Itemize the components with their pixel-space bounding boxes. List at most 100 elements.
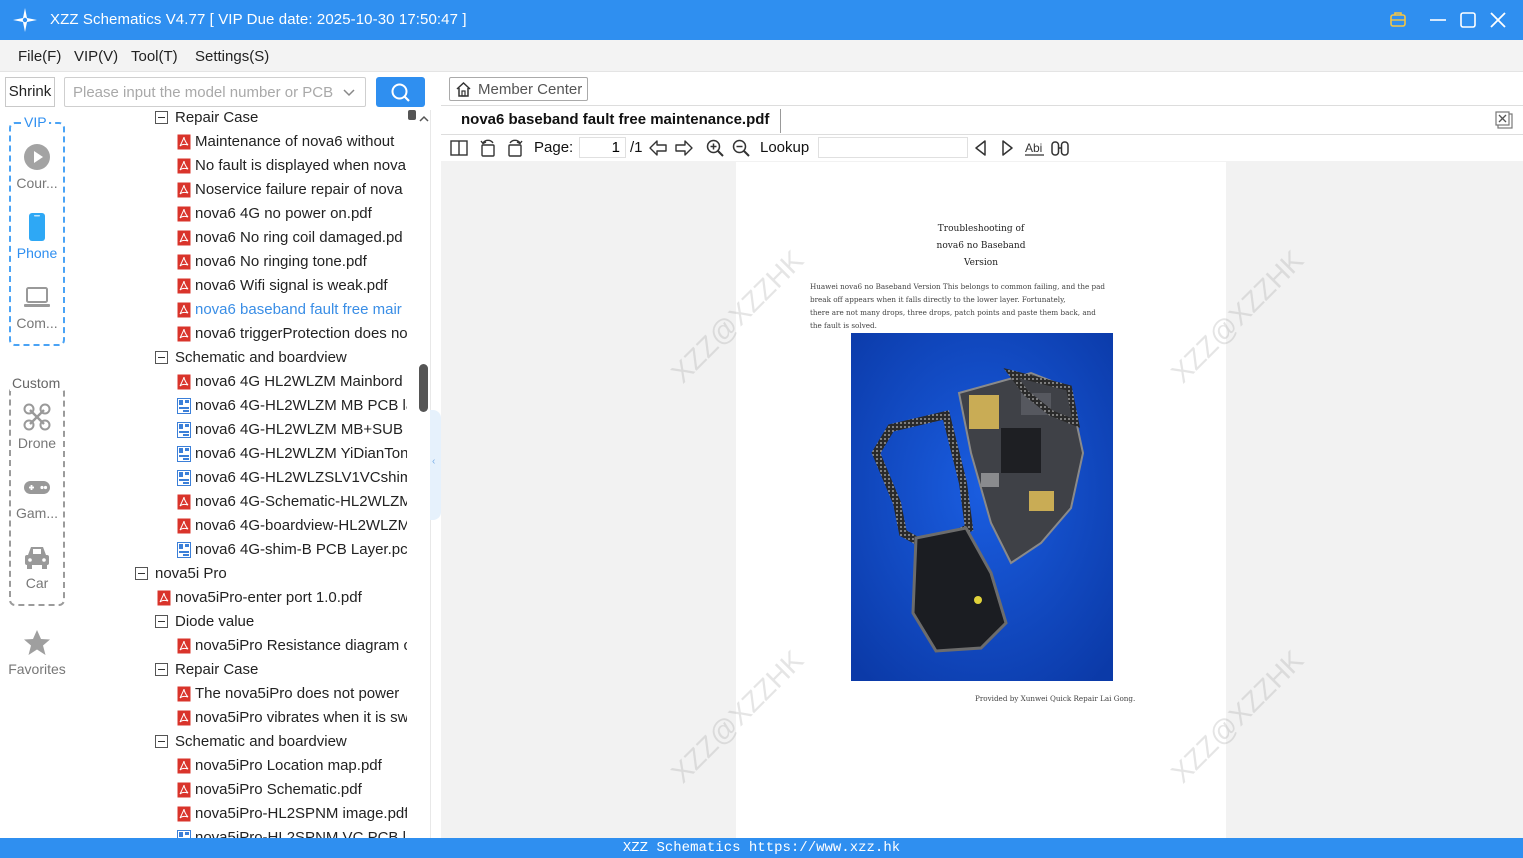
tree-pdf-file[interactable]: Noservice failure repair of nova — [74, 178, 407, 202]
pdf-file-icon — [177, 686, 191, 702]
tree-file-label: nova6 4G-Schematic-HL2WLZM — [195, 493, 407, 510]
match-case-icon[interactable]: Abi — [1024, 138, 1046, 158]
pdf-file-icon — [177, 374, 191, 390]
pdf-file-icon — [157, 590, 171, 606]
whole-word-icon[interactable] — [1050, 138, 1070, 158]
tree-file-label: The nova5iPro does not power — [195, 685, 400, 702]
collapse-icon[interactable] — [155, 111, 168, 124]
collapse-icon[interactable] — [155, 663, 168, 676]
close-icon[interactable] — [1487, 9, 1509, 31]
collapse-icon[interactable] — [155, 615, 168, 628]
pdf-file-icon — [177, 518, 191, 534]
tree-scrollbar-thumb[interactable] — [419, 364, 428, 412]
member-center-button[interactable]: Member Center — [449, 77, 588, 101]
minimize-icon[interactable] — [1427, 9, 1449, 31]
file-tree[interactable]: Repair Case Maintenance of nova6 without N… — [74, 110, 431, 838]
collapse-icon[interactable] — [155, 351, 168, 364]
prev-page-icon[interactable] — [648, 138, 668, 158]
collapse-icon[interactable] — [155, 735, 168, 748]
find-prev-icon[interactable] — [971, 138, 991, 158]
sidebar-item-favorites[interactable]: Favorites — [4, 628, 70, 677]
tree-folder[interactable]: Diode value — [74, 610, 407, 634]
tree-folder[interactable]: nova5i Pro — [74, 562, 407, 586]
next-page-icon[interactable] — [674, 138, 694, 158]
vip-icon[interactable] — [1387, 9, 1409, 31]
tree-folder[interactable]: Schematic and boardview — [74, 730, 407, 754]
sidebar-item-phone[interactable]: Phone — [9, 212, 65, 261]
tree-file-label: nova5iPro-HL2SPNM image.pdf — [195, 805, 407, 822]
tree-file-label: nova6 4G-HL2WLZSLV1VCshim- — [195, 469, 407, 486]
tree-pcb-file[interactable]: nova5iPro-HL2SPNM VC PCB la — [74, 826, 407, 838]
tree-folder[interactable]: Repair Case — [74, 658, 407, 682]
menu-tool[interactable]: Tool(T) — [131, 48, 178, 65]
pdf-body-line: Huawei nova6 no Baseband Version This be… — [810, 282, 1106, 291]
tree-pdf-file[interactable]: nova5iPro vibrates when it is sw — [74, 706, 407, 730]
model-search-input[interactable] — [73, 82, 335, 102]
tree-pdf-file[interactable]: nova6 4G-Schematic-HL2WLZM — [74, 490, 407, 514]
tree-file-label: Maintenance of nova6 without — [195, 133, 395, 150]
close-tab-icon[interactable] — [1495, 111, 1513, 129]
menu-file[interactable]: File(F) — [18, 48, 61, 65]
tree-pdf-file[interactable]: nova5iPro Resistance diagram c — [74, 634, 407, 658]
find-next-icon[interactable] — [997, 138, 1017, 158]
tree-folder[interactable]: Schematic and boardview — [74, 346, 407, 370]
menu-settings[interactable]: Settings(S) — [195, 48, 269, 65]
search-icon — [391, 83, 410, 102]
tree-pdf-file[interactable]: nova6 4G-boardview-HL2WLZM — [74, 514, 407, 538]
pdf-body-text: Huawei nova6 no Baseband Version This be… — [810, 280, 1150, 332]
sidebar-toggle-icon[interactable] — [449, 138, 469, 158]
rotate-right-icon[interactable] — [505, 138, 525, 158]
tree-pcb-file[interactable]: nova6 4G-HL2WLZM YiDianTon — [74, 442, 407, 466]
sidebar-item-games[interactable]: Gam... — [9, 472, 65, 521]
tree-pdf-file[interactable]: nova5iPro-HL2SPNM image.pdf — [74, 802, 407, 826]
pcb-file-icon — [177, 542, 191, 558]
search-button[interactable] — [376, 77, 425, 107]
phone-icon — [29, 213, 45, 241]
zoom-in-icon[interactable] — [705, 138, 725, 158]
tab-document-title[interactable]: nova6 baseband fault free maintenance.pd… — [461, 111, 769, 128]
tree-pdf-file[interactable]: No fault is displayed when nova — [74, 154, 407, 178]
scroll-up-icon[interactable] — [419, 114, 429, 124]
tree-pdf-file[interactable]: nova6 baseband fault free mair — [74, 298, 407, 322]
pcb-file-icon — [177, 830, 191, 838]
tree-pdf-file[interactable]: nova6 Wifi signal is weak.pdf — [74, 274, 407, 298]
tree-pcb-file[interactable]: nova6 4G-HL2WLZSLV1VCshim- — [74, 466, 407, 490]
tree-pdf-file[interactable]: nova5iPro-enter port 1.0.pdf — [74, 586, 407, 610]
pdf-canvas[interactable]: Troubleshooting of nova6 no Baseband Ver… — [441, 161, 1523, 838]
tree-pdf-file[interactable]: nova6 No ring coil damaged.pd — [74, 226, 407, 250]
tree-pdf-file[interactable]: nova6 4G HL2WLZM Mainbord — [74, 370, 407, 394]
rotate-left-icon[interactable] — [478, 138, 498, 158]
collapse-icon[interactable] — [135, 567, 148, 580]
chevron-down-icon[interactable] — [342, 86, 356, 100]
tree-pcb-file[interactable]: nova6 4G-shim-B PCB Layer.pcb — [74, 538, 407, 562]
tree-pcb-file[interactable]: nova6 4G-HL2WLZM MB PCB la — [74, 394, 407, 418]
sidebar-item-courses[interactable]: Cour... — [9, 142, 65, 191]
tree-pdf-file[interactable]: The nova5iPro does not power — [74, 682, 407, 706]
tree-pcb-file[interactable]: nova6 4G-HL2WLZM MB+SUB \ — [74, 418, 407, 442]
tree-pdf-file[interactable]: nova5iPro Location map.pdf — [74, 754, 407, 778]
tree-pdf-file[interactable]: nova5iPro Schematic.pdf — [74, 778, 407, 802]
tree-pdf-file[interactable]: nova6 No ringing tone.pdf — [74, 250, 407, 274]
shrink-button[interactable]: Shrink — [5, 77, 55, 107]
sidebar-item-drone[interactable]: Drone — [9, 402, 65, 451]
lookup-input[interactable] — [818, 137, 968, 158]
tree-file-label: nova6 4G-HL2WLZM MB+SUB \ — [195, 421, 407, 438]
panel-collapse-handle[interactable]: ‹ — [430, 410, 441, 520]
page-number-input[interactable] — [579, 137, 626, 158]
motherboard-photo — [851, 333, 1113, 681]
pdf-page: Troubleshooting of nova6 no Baseband Ver… — [736, 162, 1226, 838]
tree-folder[interactable]: Repair Case — [74, 110, 407, 130]
maximize-icon[interactable] — [1457, 9, 1479, 31]
zoom-out-icon[interactable] — [731, 138, 751, 158]
tree-pdf-file[interactable]: nova6 4G no power on.pdf — [74, 202, 407, 226]
model-search-combobox[interactable] — [64, 77, 366, 107]
sidebar-item-car[interactable]: Car — [9, 542, 65, 591]
tree-pdf-file[interactable]: Maintenance of nova6 without — [74, 130, 407, 154]
tree-pdf-file[interactable]: nova6 triggerProtection does no — [74, 322, 407, 346]
tree-folder-label: nova5i Pro — [155, 565, 227, 582]
menu-vip[interactable]: VIP(V) — [74, 48, 118, 65]
pdf-body-line: break off appears when it falls directly… — [810, 295, 1066, 304]
sidebar-item-computer[interactable]: Com... — [9, 282, 65, 331]
window-title: XZZ Schematics V4.77 [ VIP Due date: 202… — [50, 11, 467, 28]
tree-file-label: Noservice failure repair of nova — [195, 181, 403, 198]
